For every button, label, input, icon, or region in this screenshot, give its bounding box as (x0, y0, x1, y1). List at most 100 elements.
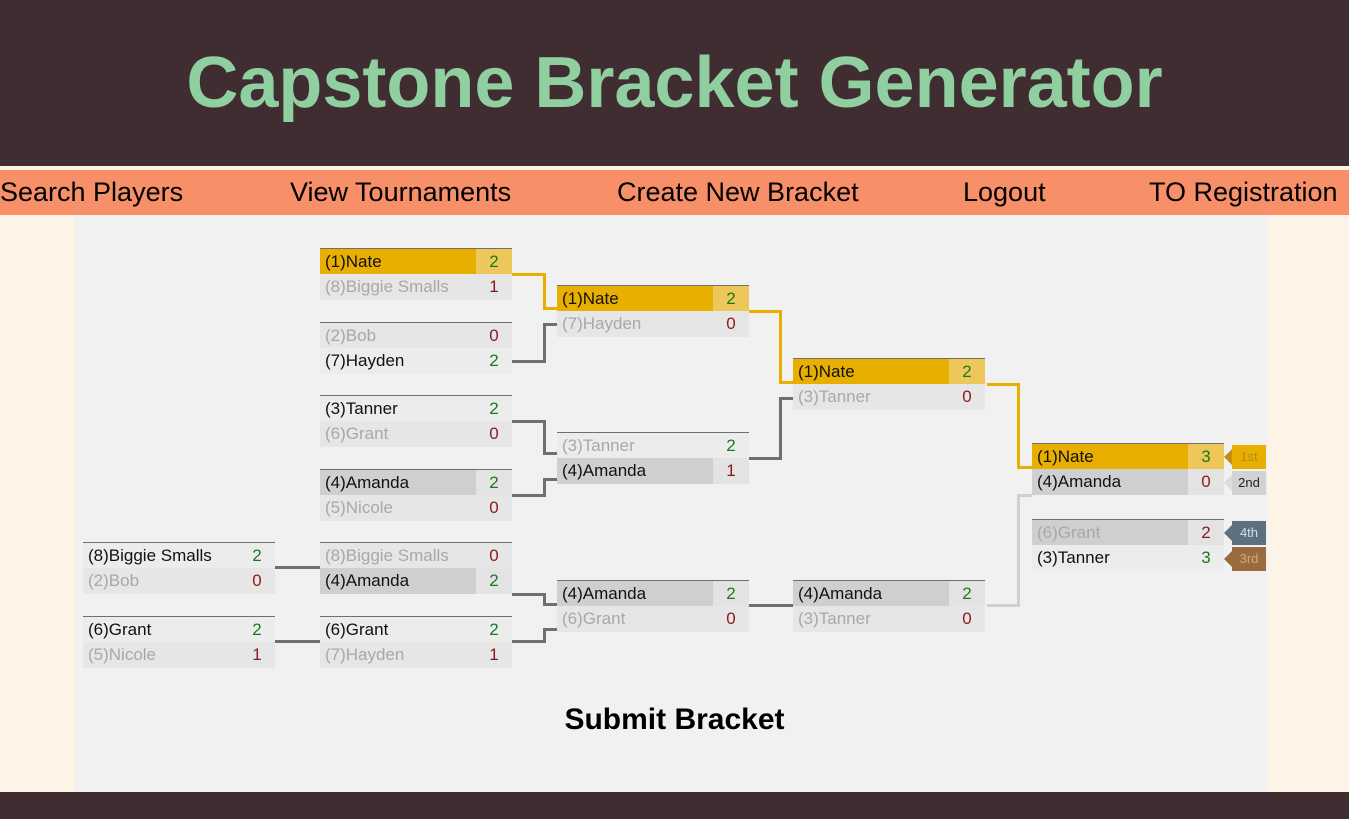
player-name: (8)Biggie Smalls (320, 273, 476, 300)
player-score: 2 (713, 580, 749, 607)
player-score: 3 (1188, 544, 1224, 571)
player-name: (4)Amanda (557, 457, 713, 484)
player-score: 2 (476, 567, 512, 594)
match-winners-r1-3: (3)Tanner 2 (6)Grant 0 (320, 395, 512, 447)
main-navigation: Search Players View Tournaments Create N… (0, 170, 1349, 215)
player-score: 0 (949, 383, 985, 410)
nav-item-search-players[interactable]: Search Players (0, 179, 183, 206)
app-footer (0, 792, 1349, 819)
bracket-slot[interactable]: (1)Nate 3 (1032, 443, 1224, 470)
submit-bracket-button[interactable]: Submit Bracket (0, 703, 1349, 737)
match-winners-r2-2: (3)Tanner 2 (4)Amanda 1 (557, 432, 749, 484)
player-name: (4)Amanda (320, 567, 476, 594)
player-score: 0 (713, 310, 749, 337)
bracket-slot[interactable]: (6)Grant 2 (83, 616, 275, 643)
bracket-slot[interactable]: (1)Nate 2 (793, 358, 985, 385)
player-name: (2)Bob (320, 322, 476, 349)
nav-item-to-registration[interactable]: TO Registration (1149, 179, 1338, 206)
player-score: 2 (949, 358, 985, 385)
bracket-slot[interactable]: (5)Nicole 1 (83, 641, 275, 668)
player-score: 0 (1188, 468, 1224, 495)
player-name: (3)Tanner (1032, 544, 1188, 571)
player-name: (8)Biggie Smalls (320, 542, 476, 569)
bracket-slot[interactable]: (3)Tanner 3 (1032, 544, 1224, 571)
match-losers-r3-1: (4)Amanda 2 (6)Grant 0 (557, 580, 749, 632)
bracket-slot[interactable]: (1)Nate 2 (557, 285, 749, 312)
nav-item-logout[interactable]: Logout (963, 179, 1046, 206)
bracket-slot[interactable]: (6)Grant 0 (320, 420, 512, 447)
match-winners-semifinal: (1)Nate 2 (3)Tanner 0 (793, 358, 985, 410)
player-name: (1)Nate (793, 358, 949, 385)
match-losers-r2-2: (6)Grant 2 (7)Hayden 1 (320, 616, 512, 668)
bracket-slot[interactable]: (4)Amanda 2 (320, 567, 512, 594)
player-name: (6)Grant (557, 605, 713, 632)
player-score: 2 (239, 542, 275, 569)
bracket-slot[interactable]: (2)Bob 0 (320, 322, 512, 349)
match-winners-r1-4: (4)Amanda 2 (5)Nicole 0 (320, 469, 512, 521)
nav-item-view-tournaments[interactable]: View Tournaments (290, 179, 511, 206)
bracket-slot[interactable]: (4)Amanda 1 (557, 457, 749, 484)
bracket-slot[interactable]: (7)Hayden 0 (557, 310, 749, 337)
player-score: 2 (476, 395, 512, 422)
match-winners-r2-1: (1)Nate 2 (7)Hayden 0 (557, 285, 749, 337)
match-losers-r1-1: (8)Biggie Smalls 2 (2)Bob 0 (83, 542, 275, 594)
bracket-slot[interactable]: (4)Amanda 2 (320, 469, 512, 496)
player-score: 2 (949, 580, 985, 607)
bracket-slot[interactable]: (4)Amanda 2 (557, 580, 749, 607)
bracket-slot[interactable]: (6)Grant 2 (320, 616, 512, 643)
player-name: (2)Bob (83, 567, 239, 594)
player-name: (6)Grant (1032, 519, 1188, 546)
bracket-slot[interactable]: (3)Tanner 0 (793, 605, 985, 632)
nav-item-create-new-bracket[interactable]: Create New Bracket (617, 179, 859, 206)
player-score: 2 (476, 616, 512, 643)
bracket-slot[interactable]: (2)Bob 0 (83, 567, 275, 594)
bracket-slot[interactable]: (3)Tanner 2 (320, 395, 512, 422)
match-losers-r1-2: (6)Grant 2 (5)Nicole 1 (83, 616, 275, 668)
player-score: 1 (713, 457, 749, 484)
player-name: (7)Hayden (320, 641, 476, 668)
player-name: (8)Biggie Smalls (83, 542, 239, 569)
bracket-slot[interactable]: (8)Biggie Smalls 2 (83, 542, 275, 569)
app-header: Capstone Bracket Generator (0, 0, 1349, 166)
player-name: (3)Tanner (557, 432, 713, 459)
player-score: 0 (476, 494, 512, 521)
bracket-slot[interactable]: (1)Nate 2 (320, 248, 512, 275)
player-score: 3 (1188, 443, 1224, 470)
player-name: (6)Grant (320, 616, 476, 643)
player-score: 2 (476, 469, 512, 496)
bracket-slot[interactable]: (6)Grant 2 (1032, 519, 1224, 546)
player-score: 2 (713, 432, 749, 459)
player-score: 0 (239, 567, 275, 594)
player-name: (5)Nicole (320, 494, 476, 521)
bracket-slot[interactable]: (6)Grant 0 (557, 605, 749, 632)
bracket-slot[interactable]: (4)Amanda 2 (793, 580, 985, 607)
player-name: (3)Tanner (793, 383, 949, 410)
player-score: 1 (476, 273, 512, 300)
player-name: (1)Nate (1032, 443, 1188, 470)
player-score: 0 (949, 605, 985, 632)
player-name: (1)Nate (557, 285, 713, 312)
player-score: 2 (476, 248, 512, 275)
player-score: 0 (476, 542, 512, 569)
bracket-slot[interactable]: (7)Hayden 1 (320, 641, 512, 668)
match-losers-r2-1: (8)Biggie Smalls 0 (4)Amanda 2 (320, 542, 512, 594)
bracket-slot[interactable]: (8)Biggie Smalls 1 (320, 273, 512, 300)
bracket-slot[interactable]: (3)Tanner 2 (557, 432, 749, 459)
bracket-slot[interactable]: (8)Biggie Smalls 0 (320, 542, 512, 569)
match-third-place: (6)Grant 2 (3)Tanner 3 (1032, 519, 1224, 571)
bracket-slot[interactable]: (5)Nicole 0 (320, 494, 512, 521)
bracket-slot[interactable]: (3)Tanner 0 (793, 383, 985, 410)
bracket-slot[interactable]: (4)Amanda 0 (1032, 468, 1224, 495)
player-name: (6)Grant (320, 420, 476, 447)
player-name: (1)Nate (320, 248, 476, 275)
player-name: (3)Tanner (793, 605, 949, 632)
player-name: (5)Nicole (83, 641, 239, 668)
player-name: (4)Amanda (557, 580, 713, 607)
player-score: 0 (476, 322, 512, 349)
player-name: (6)Grant (83, 616, 239, 643)
player-name: (7)Hayden (320, 347, 476, 374)
bracket-slot[interactable]: (7)Hayden 2 (320, 347, 512, 374)
player-name: (4)Amanda (1032, 468, 1188, 495)
player-name: (4)Amanda (320, 469, 476, 496)
player-score: 1 (239, 641, 275, 668)
